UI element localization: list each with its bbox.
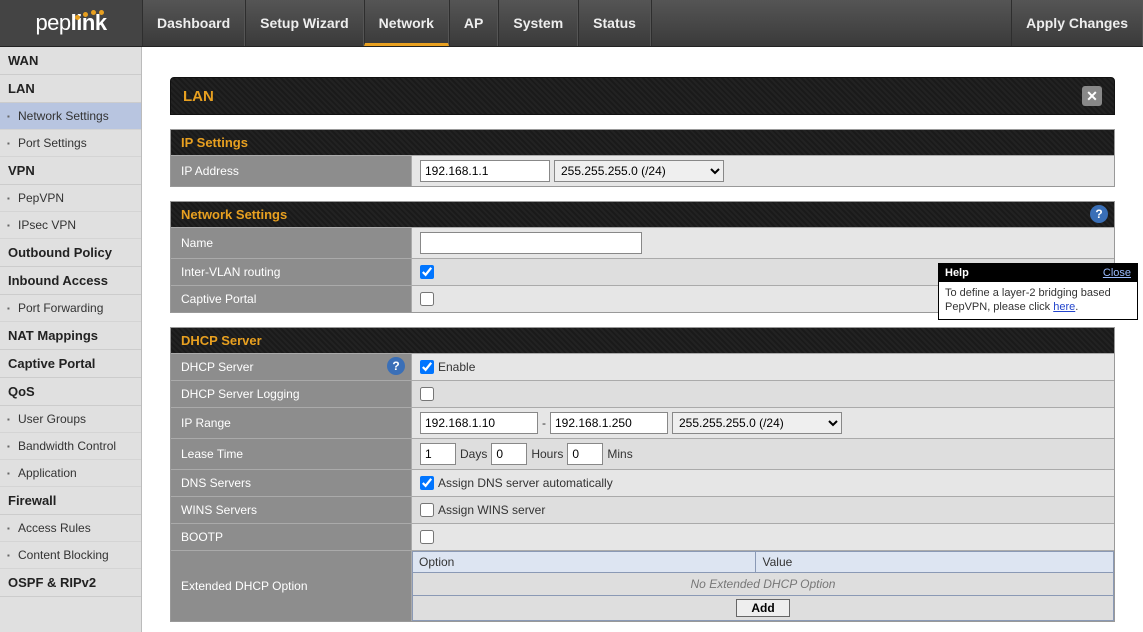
section-dhcp: DHCP Server DHCP Server ? Enable DHCP Se…	[170, 327, 1115, 622]
tooltip-text-after: .	[1075, 301, 1078, 313]
tooltip-close-link[interactable]: Close	[1103, 267, 1131, 279]
checkbox-bootp[interactable]	[420, 530, 434, 544]
nav-network[interactable]: Network	[364, 0, 449, 46]
nav-dashboard[interactable]: Dashboard	[142, 0, 245, 46]
ext-empty-msg: No Extended DHCP Option	[413, 573, 1114, 596]
label-bootp: BOOTP	[171, 524, 412, 550]
label-ip-range: IP Range	[171, 408, 412, 438]
extended-dhcp-table: Option Value No Extended DHCP Option	[412, 551, 1114, 596]
sidebar-item-access-rules[interactable]: Access Rules	[0, 515, 141, 542]
label-days: Days	[460, 447, 487, 461]
sidebar-group-inbound-access[interactable]: Inbound Access	[0, 267, 141, 295]
panel-header: LAN ✕	[170, 77, 1115, 115]
close-icon[interactable]: ✕	[1082, 86, 1102, 106]
section-header-net-text: Network Settings	[181, 207, 287, 222]
label-inter-vlan: Inter-VLAN routing	[171, 259, 412, 285]
label-dhcp-logging: DHCP Server Logging	[171, 381, 412, 407]
sidebar-item-pepvpn[interactable]: PepVPN	[0, 185, 141, 212]
select-subnet-mask[interactable]: 255.255.255.0 (/24)	[554, 160, 724, 182]
tooltip-body: To define a layer-2 bridging based PepVP…	[939, 282, 1137, 319]
checkbox-captive-portal[interactable]	[420, 292, 434, 306]
sidebar-group-captive-portal[interactable]: Captive Portal	[0, 350, 141, 378]
label-hours: Hours	[531, 447, 563, 461]
checkbox-inter-vlan[interactable]	[420, 265, 434, 279]
label-name: Name	[171, 228, 412, 258]
logo-dots-icon	[75, 4, 115, 14]
label-dhcp-server-text: DHCP Server	[181, 360, 253, 374]
input-lease-hours[interactable]	[491, 443, 527, 465]
tooltip-text-before: To define a layer-2 bridging based PepVP…	[945, 287, 1111, 313]
sidebar-group-wan[interactable]: WAN	[0, 47, 141, 75]
nav-spacer	[651, 0, 1011, 46]
section-header-ip: IP Settings	[171, 130, 1114, 155]
nav-apply-changes[interactable]: Apply Changes	[1011, 0, 1143, 46]
tooltip-title: Help	[945, 267, 969, 279]
sidebar-item-ipsec-vpn[interactable]: IPsec VPN	[0, 212, 141, 239]
col-value: Value	[756, 552, 1114, 573]
col-option: Option	[413, 552, 756, 573]
help-tooltip: Help Close To define a layer-2 bridging …	[938, 263, 1138, 320]
input-lease-mins[interactable]	[567, 443, 603, 465]
input-lease-days[interactable]	[420, 443, 456, 465]
label-dns-auto: Assign DNS server automatically	[438, 476, 613, 490]
add-button[interactable]: Add	[736, 599, 789, 617]
checkbox-dhcp-logging[interactable]	[420, 387, 434, 401]
label-enable: Enable	[438, 360, 475, 374]
checkbox-wins[interactable]	[420, 503, 434, 517]
nav-ap[interactable]: AP	[449, 0, 498, 46]
sidebar-group-vpn[interactable]: VPN	[0, 157, 141, 185]
checkbox-dns-auto[interactable]	[420, 476, 434, 490]
sidebar-item-network-settings[interactable]: Network Settings	[0, 103, 141, 130]
label-lease-time: Lease Time	[171, 439, 412, 469]
label-ip-address: IP Address	[171, 156, 412, 186]
sidebar-group-outbound-policy[interactable]: Outbound Policy	[0, 239, 141, 267]
sidebar-item-port-settings[interactable]: Port Settings	[0, 130, 141, 157]
tooltip-here-link[interactable]: here	[1053, 301, 1075, 313]
sidebar: WAN LAN Network Settings Port Settings V…	[0, 47, 142, 632]
topnav-items: Dashboard Setup Wizard Network AP System…	[142, 0, 1143, 46]
checkbox-dhcp-enable[interactable]	[420, 360, 434, 374]
sidebar-item-user-groups[interactable]: User Groups	[0, 406, 141, 433]
label-captive-portal: Captive Portal	[171, 286, 412, 312]
page-title: LAN	[183, 88, 214, 105]
sidebar-item-content-blocking[interactable]: Content Blocking	[0, 542, 141, 569]
input-name[interactable]	[420, 232, 642, 254]
nav-setup-wizard[interactable]: Setup Wizard	[245, 0, 364, 46]
section-ip-settings: IP Settings IP Address 255.255.255.0 (/2…	[170, 129, 1115, 187]
ext-add-row: Add	[412, 596, 1114, 621]
label-wins-servers: WINS Servers	[171, 497, 412, 523]
input-ip-range-end[interactable]	[550, 412, 668, 434]
label-dns-servers: DNS Servers	[171, 470, 412, 496]
sidebar-item-bandwidth-control[interactable]: Bandwidth Control	[0, 433, 141, 460]
sidebar-group-ospf-ripv2[interactable]: OSPF & RIPv2	[0, 569, 141, 597]
label-dhcp-server: DHCP Server ?	[171, 354, 412, 380]
brand-logo: peplink	[0, 0, 142, 46]
content-area: LAN ✕ IP Settings IP Address 255.255.255…	[142, 47, 1143, 632]
input-ip-address[interactable]	[420, 160, 550, 182]
sidebar-item-application[interactable]: Application	[0, 460, 141, 487]
top-nav: peplink Dashboard Setup Wizard Network A…	[0, 0, 1143, 47]
sidebar-group-nat-mappings[interactable]: NAT Mappings	[0, 322, 141, 350]
section-header-dhcp: DHCP Server	[171, 328, 1114, 353]
nav-status[interactable]: Status	[578, 0, 651, 46]
dash: -	[542, 416, 546, 430]
sidebar-group-lan[interactable]: LAN	[0, 75, 141, 103]
label-wins-assign: Assign WINS server	[438, 503, 545, 517]
section-header-net: Network Settings ?	[171, 202, 1114, 227]
label-mins: Mins	[607, 447, 632, 461]
sidebar-group-qos[interactable]: QoS	[0, 378, 141, 406]
nav-system[interactable]: System	[498, 0, 578, 46]
label-extended-dhcp: Extended DHCP Option	[171, 551, 412, 621]
help-icon[interactable]: ?	[1090, 205, 1108, 223]
input-ip-range-start[interactable]	[420, 412, 538, 434]
help-icon[interactable]: ?	[387, 357, 405, 375]
sidebar-group-firewall[interactable]: Firewall	[0, 487, 141, 515]
sidebar-item-port-forwarding[interactable]: Port Forwarding	[0, 295, 141, 322]
select-range-mask[interactable]: 255.255.255.0 (/24)	[672, 412, 842, 434]
